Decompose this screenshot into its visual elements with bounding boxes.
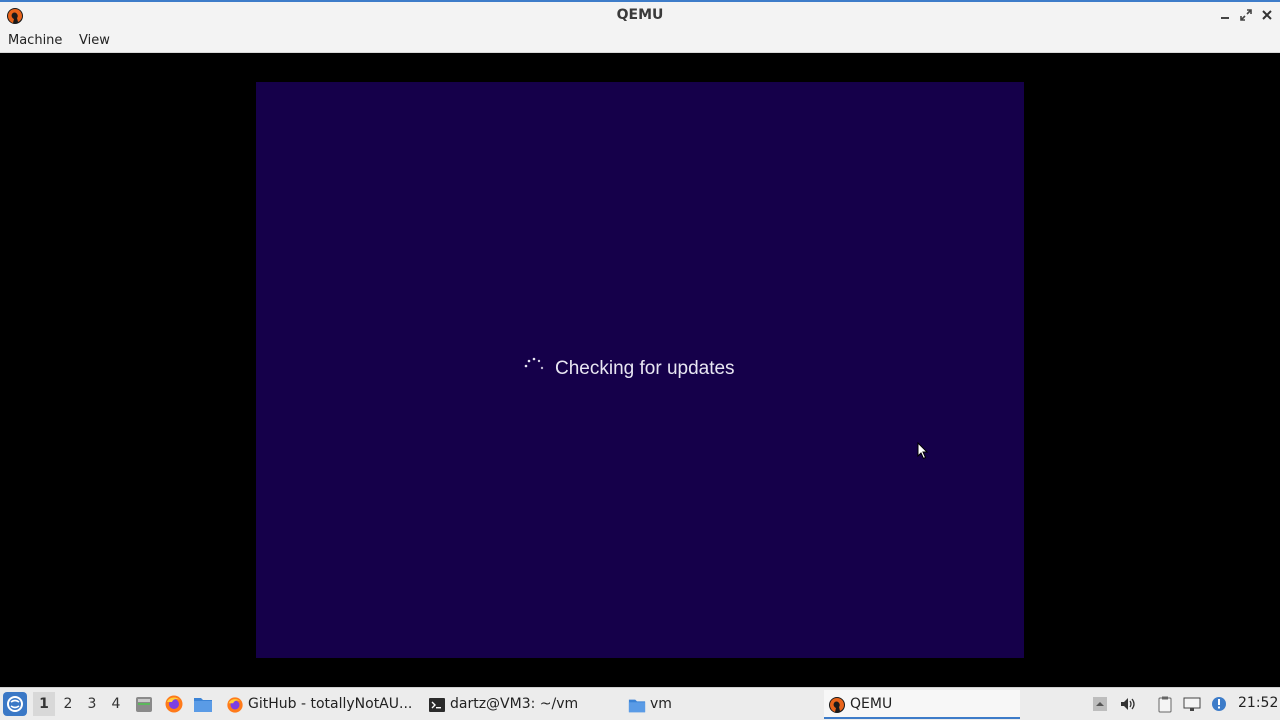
maximize-icon[interactable] — [1238, 7, 1254, 23]
workspace-3[interactable]: 3 — [81, 692, 103, 716]
menu-bar: Machine View — [0, 30, 1280, 53]
task-github[interactable]: GitHub - totallyNotAU... — [222, 690, 418, 719]
update-status-text: Checking for updates — [555, 358, 735, 379]
loading-spinner-icon — [522, 356, 546, 380]
firefox-icon — [226, 696, 244, 714]
task-label: QEMU — [850, 696, 893, 712]
folder-icon[interactable] — [193, 694, 213, 714]
taskbar: 1 2 3 4 GitHub - totallyNotAU... dartz@V… — [0, 687, 1280, 720]
qemu-icon — [828, 696, 846, 714]
volume-icon[interactable] — [1119, 695, 1137, 713]
window-title: QEMU — [616, 7, 664, 23]
guest-display-area[interactable]: Checking for updates — [0, 53, 1280, 687]
minimize-icon[interactable] — [1217, 7, 1233, 23]
workspace-4[interactable]: 4 — [105, 692, 127, 716]
task-terminal[interactable]: dartz@VM3: ~/vm — [424, 690, 620, 719]
start-menu-icon[interactable] — [3, 692, 27, 716]
menu-view[interactable]: View — [79, 33, 110, 48]
tray-expand-icon[interactable] — [1091, 695, 1109, 713]
mouse-pointer-icon — [917, 441, 929, 460]
network-icon[interactable] — [1183, 695, 1201, 713]
workspace-2[interactable]: 2 — [57, 692, 79, 716]
close-icon[interactable] — [1259, 7, 1275, 23]
menu-machine[interactable]: Machine — [8, 33, 62, 48]
task-label: GitHub - totallyNotAU... — [248, 696, 413, 712]
workspace-1[interactable]: 1 — [33, 692, 55, 716]
update-notifier-icon[interactable] — [1210, 695, 1228, 713]
firefox-icon[interactable] — [164, 694, 184, 714]
task-label: dartz@VM3: ~/vm — [450, 696, 579, 712]
clipboard-icon[interactable] — [1156, 695, 1174, 713]
terminal-icon — [428, 696, 446, 714]
task-label: vm — [650, 696, 672, 712]
window-titlebar[interactable]: QEMU — [0, 0, 1280, 30]
file-manager-icon[interactable] — [134, 694, 154, 714]
task-vm-folder[interactable]: vm — [624, 690, 820, 719]
folder-icon — [628, 696, 646, 714]
vm-screen[interactable]: Checking for updates — [256, 82, 1024, 658]
task-qemu[interactable]: QEMU — [824, 690, 1020, 719]
clock[interactable]: 21:52 — [1238, 695, 1278, 711]
